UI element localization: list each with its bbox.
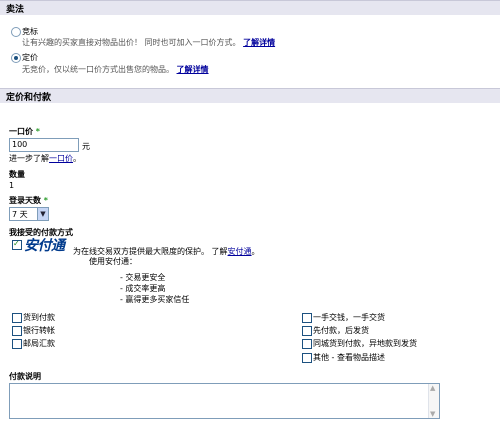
duration-label: 登录天数 * xyxy=(9,195,48,206)
buy-now-hint-suffix: 。 xyxy=(73,154,81,163)
buy-now-hint-link[interactable]: 一口价 xyxy=(49,154,73,163)
buy-now-price-input[interactable]: 100 xyxy=(9,138,79,152)
fixed-price-desc-text: 无竞价，仅以统一口价方式出售您的物品。 xyxy=(22,65,174,74)
payment-method-label: 一手交钱，一手交货 xyxy=(313,313,385,322)
radio-fixed-price[interactable] xyxy=(11,53,21,63)
payment-method-label: 先付款，后发货 xyxy=(313,326,369,335)
benefit-3: - 赢得更多买家信任 xyxy=(120,295,190,304)
payment-notes-label: 付款说明 xyxy=(9,372,41,381)
section-title: 定价和付款 xyxy=(6,93,52,103)
checkbox-other[interactable] xyxy=(302,353,312,363)
payment-method-label: 邮局汇款 xyxy=(23,339,55,348)
buy-now-label: 一口价 * xyxy=(9,126,40,137)
benefit-1: - 交易更安全 xyxy=(120,273,166,282)
scrollbar[interactable]: ▲ ▼ xyxy=(428,384,439,418)
payment-method-label: 其他 - 查看物品描述 xyxy=(313,353,385,362)
quantity-label: 数量 xyxy=(9,170,25,179)
section-header-pricing: 定价和付款 xyxy=(0,88,500,103)
checkbox-bank-transfer[interactable] xyxy=(12,326,22,336)
radio-auction[interactable] xyxy=(11,27,21,37)
duration-select[interactable]: 7 天 ▼ xyxy=(9,207,49,221)
auction-desc-text: 让有兴趣的买家直接对物品出价！ 同时也可加入一口价方式。 xyxy=(22,38,241,47)
payment-method-label: 同城货到付款，异地款到发货 xyxy=(313,339,417,348)
anfutong-logo: 安付通 xyxy=(24,238,65,254)
chevron-down-icon[interactable]: ▼ xyxy=(37,208,48,220)
duration-selected-value: 7 天 xyxy=(12,210,28,219)
fixed-price-learn-more-link[interactable]: 了解详情 xyxy=(177,65,209,74)
auction-learn-more-link[interactable]: 了解详情 xyxy=(243,38,275,47)
auction-label: 竞标 xyxy=(22,27,38,36)
checkbox-anfutong[interactable] xyxy=(12,239,22,250)
anfutong-desc-suffix: 。 xyxy=(251,247,260,256)
auction-description: 让有兴趣的买家直接对物品出价！ 同时也可加入一口价方式。 了解详情 xyxy=(22,37,275,48)
payment-method-label: 银行转帐 xyxy=(23,326,55,335)
buy-now-hint: 进一步了解一口价。 xyxy=(9,153,81,164)
checkbox-postal-remittance[interactable] xyxy=(12,339,22,349)
required-star: * xyxy=(43,196,48,205)
anfutong-use-label: 使用安付通： xyxy=(89,257,137,266)
fixed-price-label: 定价 xyxy=(22,53,38,62)
scroll-down-icon[interactable]: ▼ xyxy=(430,410,435,418)
payment-method-label: 货到付款 xyxy=(23,313,55,322)
checkbox-cod[interactable] xyxy=(12,313,22,323)
checkbox-local-cod[interactable] xyxy=(302,339,312,349)
scroll-up-icon[interactable]: ▲ xyxy=(430,384,435,392)
payment-notes-textarea[interactable]: ▲ ▼ xyxy=(9,383,440,419)
checkbox-pay-first[interactable] xyxy=(302,326,312,336)
price-unit: 元 xyxy=(82,142,90,151)
section-title: 卖法 xyxy=(6,5,25,15)
fixed-price-description: 无竞价，仅以统一口价方式出售您的物品。 了解详情 xyxy=(22,64,209,75)
anfutong-desc-prefix: 为在线交易双方提供最大限度的保护。 了解 xyxy=(73,247,228,256)
quantity-value: 1 xyxy=(9,181,15,190)
benefit-2: - 成交率更高 xyxy=(120,284,166,293)
duration-label-text: 登录天数 xyxy=(9,196,41,205)
buy-now-hint-prefix: 进一步了解 xyxy=(9,154,49,163)
required-star: * xyxy=(35,127,40,136)
section-header-selling-method: 卖法 xyxy=(0,0,500,15)
buy-now-label-text: 一口价 xyxy=(9,127,33,136)
anfutong-link[interactable]: 安付通 xyxy=(228,247,252,256)
checkbox-cash-on-handover[interactable] xyxy=(302,313,312,323)
